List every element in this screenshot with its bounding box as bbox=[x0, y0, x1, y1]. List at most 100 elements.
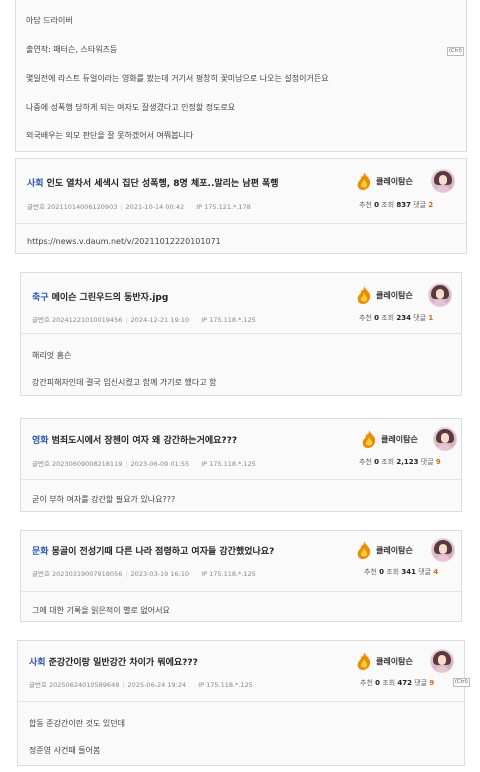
post-stats: 추천 0 조회 472 댓글 9 bbox=[360, 678, 434, 688]
views-label: 조회 bbox=[381, 201, 395, 209]
post-number: 20250624010589648 bbox=[49, 681, 120, 689]
post-card-6: 사회 준강간이랑 일반강간 차이가 뭐에요??? 글번호 202506240105… bbox=[17, 640, 465, 766]
post-title[interactable]: 문화 몽골이 전성기때 다른 나라 점령하고 여자들 강간했었나요? bbox=[32, 544, 274, 557]
post-number: 20230319007918056 bbox=[52, 570, 123, 578]
comments-label: 댓글 bbox=[420, 458, 434, 466]
post-title[interactable]: 영화 범죄도시에서 장첸이 여자 왜 강간하는거에요??? bbox=[32, 433, 237, 446]
comments-label: 댓글 bbox=[413, 314, 427, 322]
post-body-line: 나중에 성폭행 당하게 되는 여자도 잘생겼다고 인정할 정도로요 bbox=[26, 103, 236, 112]
recommend-label: 추천 bbox=[359, 201, 372, 209]
comments-label: 댓글 bbox=[414, 679, 428, 687]
author-nickname[interactable]: 클레이탐슨 bbox=[376, 545, 413, 556]
post-category[interactable]: 영화 bbox=[32, 436, 49, 446]
post-stats: 추천 0 조회 341 댓글 4 bbox=[364, 567, 438, 577]
post-number: 20241221010019456 bbox=[52, 316, 123, 324]
user-avatar[interactable] bbox=[431, 169, 455, 193]
post-meta: 글번호 20230319007918056 | 2023-03-19 16:10 I… bbox=[32, 570, 256, 578]
author-info[interactable]: 클레이탐슨 bbox=[359, 428, 439, 450]
post-category[interactable]: 축구 bbox=[32, 293, 49, 303]
post-title[interactable]: 사회 인도 열차서 세색시 집단 성폭행, 8명 체포..말리는 남편 폭행 bbox=[27, 176, 279, 189]
author-info[interactable]: 클레이탐슨 bbox=[354, 539, 434, 561]
post-category[interactable]: 사회 bbox=[27, 179, 44, 189]
post-body-line: 몇일전에 라스트 듀얼이라는 영화를 봤는데 거기서 평창히 꽃미남으로 나오는… bbox=[26, 74, 329, 83]
paste-options-icon[interactable]: (Ctrl) bbox=[453, 678, 470, 687]
ip-label: IP bbox=[201, 316, 208, 324]
post-number: 20211014006120903 bbox=[47, 203, 118, 211]
post-card-4: 영화 범죄도시에서 장첸이 여자 왜 강간하는거에요??? 글번호 2023060… bbox=[20, 418, 462, 512]
post-title[interactable]: 축구 메이슨 그린우드의 동반자.jpg bbox=[32, 290, 168, 303]
comments-count[interactable]: 1 bbox=[428, 314, 433, 322]
views-count: 234 bbox=[396, 314, 411, 322]
post-title-text[interactable]: 인도 열차서 세색시 집단 성폭행, 8명 체포..말리는 남편 폭행 bbox=[47, 179, 279, 189]
post-card-3: 축구 메이슨 그린우드의 동반자.jpg 글번호 2024122101001945… bbox=[20, 272, 462, 396]
post-date: 2025-06-24 19:24 bbox=[127, 681, 187, 689]
post-date: 2021-10-14 00:42 bbox=[125, 203, 185, 211]
post-ip: 175.118.*.125 bbox=[209, 316, 256, 324]
post-number: 20230609008218119 bbox=[52, 460, 123, 468]
post-title[interactable]: 사회 준강간이랑 일반강간 차이가 뭐에요??? bbox=[29, 655, 198, 668]
post-ip: 175.121.*.178 bbox=[204, 203, 251, 211]
post-stats: 추천 0 조회 837 댓글 2 bbox=[359, 200, 433, 210]
comments-count[interactable]: 9 bbox=[436, 458, 441, 466]
flame-level-icon bbox=[357, 541, 371, 559]
comments-count[interactable]: 4 bbox=[433, 568, 438, 576]
post-body-line: 출연작: 패터슨, 스타워즈등 bbox=[26, 45, 118, 54]
ip-label: IP bbox=[198, 681, 205, 689]
post-card-2: 사회 인도 열차서 세색시 집단 성폭행, 8명 체포..말리는 남편 폭행 글번… bbox=[15, 158, 467, 254]
post-stats: 추천 0 조회 234 댓글 1 bbox=[359, 313, 433, 323]
author-nickname[interactable]: 클레이탐슨 bbox=[376, 176, 413, 187]
views-label: 조회 bbox=[381, 314, 395, 322]
user-avatar[interactable] bbox=[428, 283, 452, 307]
recommend-count: 0 bbox=[379, 568, 384, 576]
post-ip: 175.118.*.125 bbox=[209, 460, 256, 468]
post-title-text[interactable]: 메이슨 그린우드의 동반자.jpg bbox=[52, 293, 169, 303]
comments-label: 댓글 bbox=[418, 568, 432, 576]
author-info[interactable]: 클레이탐슨 bbox=[354, 650, 434, 672]
post-date: 2023-03-19 16:10 bbox=[130, 570, 190, 578]
author-info[interactable]: 클레이탐슨 bbox=[354, 170, 434, 192]
ip-label: IP bbox=[201, 460, 208, 468]
recommend-count: 0 bbox=[375, 679, 380, 687]
views-label: 조회 bbox=[386, 568, 400, 576]
post-ip: 175.118.*.125 bbox=[206, 681, 253, 689]
post-category[interactable]: 사회 bbox=[29, 658, 46, 668]
post-meta: 글번호 20241221010019456 | 2024-12-21 19:10 I… bbox=[32, 316, 256, 324]
post-category[interactable]: 문화 bbox=[32, 547, 49, 557]
author-nickname[interactable]: 클레이탐슨 bbox=[376, 290, 413, 301]
comments-count[interactable]: 9 bbox=[429, 679, 434, 687]
user-avatar[interactable] bbox=[430, 649, 454, 673]
recommend-label: 추천 bbox=[364, 568, 377, 576]
author-nickname[interactable]: 클레이탐슨 bbox=[376, 656, 413, 667]
flame-level-icon bbox=[362, 430, 376, 448]
post-number-label: 글번호 bbox=[32, 460, 50, 468]
user-avatar[interactable] bbox=[431, 538, 455, 562]
flame-level-icon bbox=[357, 286, 371, 304]
views-count: 837 bbox=[396, 201, 411, 209]
post-meta: 글번호 20250624010589648 | 2025-06-24 19:24 I… bbox=[29, 681, 253, 689]
author-info[interactable]: 클레이탐슨 bbox=[354, 284, 434, 306]
recommend-label: 추천 bbox=[360, 679, 373, 687]
post-number-label: 글번호 bbox=[27, 203, 45, 211]
views-label: 조회 bbox=[381, 458, 395, 466]
author-nickname[interactable]: 클레이탐슨 bbox=[381, 434, 418, 445]
post-card-5: 문화 몽골이 전성기때 다른 나라 점령하고 여자들 강간했었나요? 글번호 20… bbox=[20, 530, 462, 622]
user-avatar[interactable] bbox=[433, 427, 457, 451]
comments-count[interactable]: 2 bbox=[428, 201, 433, 209]
post-title-text[interactable]: 준강간이랑 일반강간 차이가 뭐에요??? bbox=[49, 658, 198, 668]
post-body-line: 합동 준강간이란 것도 있던데 bbox=[29, 719, 125, 728]
post-date: 2023-06-09 01:55 bbox=[130, 460, 190, 468]
flame-level-icon bbox=[357, 652, 371, 670]
ip-label: IP bbox=[196, 203, 203, 211]
views-label: 조회 bbox=[382, 679, 396, 687]
views-count: 341 bbox=[401, 568, 416, 576]
post-card-1: 아담 드라이버 출연작: 패터슨, 스타워즈등 몇일전에 라스트 듀얼이라는 영… bbox=[15, 0, 467, 152]
post-title-text[interactable]: 범죄도시에서 장첸이 여자 왜 강간하는거에요??? bbox=[52, 436, 238, 446]
post-body-line: 강간피해자인데 결국 임신시켰고 함께 가기로 했다고 함 bbox=[32, 378, 217, 387]
recommend-count: 0 bbox=[374, 201, 379, 209]
post-body-line[interactable]: https://news.v.daum.net/v/20211012220101… bbox=[27, 237, 221, 246]
post-title-text[interactable]: 몽골이 전성기때 다른 나라 점령하고 여자들 강간했었나요? bbox=[52, 547, 275, 557]
paste-options-icon[interactable]: (Ctrl) bbox=[447, 47, 464, 56]
recommend-count: 0 bbox=[374, 458, 379, 466]
comments-label: 댓글 bbox=[413, 201, 427, 209]
post-stats: 추천 0 조회 2,123 댓글 9 bbox=[359, 457, 441, 467]
